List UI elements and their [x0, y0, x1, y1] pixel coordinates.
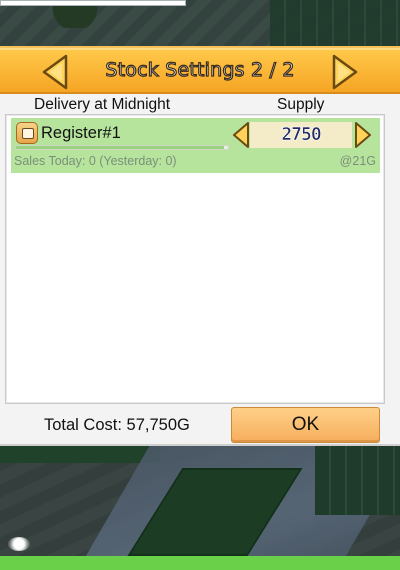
sales-text: Sales Today: 0 (Yesterday: 0)	[14, 154, 177, 168]
stock-level-fill	[16, 146, 224, 149]
top-banner-edge	[0, 0, 186, 6]
item-name: Register#1	[41, 124, 121, 142]
ok-button[interactable]: OK	[231, 407, 380, 443]
dialog-title-bar: Stock Settings 2 / 2	[0, 48, 400, 94]
lamp-light	[8, 537, 30, 551]
fence-bottom	[315, 445, 400, 515]
next-page-arrow-icon[interactable]	[330, 54, 360, 90]
increase-supply-arrow-icon[interactable]	[353, 121, 373, 149]
delivery-column-header: Delivery at Midnight	[34, 96, 171, 113]
hedge-left	[0, 445, 160, 463]
unit-price: @21G	[339, 154, 376, 168]
supply-value-box: 2750	[250, 122, 352, 148]
decrease-supply-arrow-icon[interactable]	[231, 121, 251, 149]
grass-strip	[0, 556, 400, 570]
list-item[interactable]: Register#1 Sales Today: 0 (Yesterday: 0)…	[11, 118, 380, 173]
stock-settings-dialog: Stock Settings 2 / 2 Delivery at Midnigh…	[0, 46, 400, 446]
cash-register-icon	[16, 122, 38, 144]
stock-item-list: Register#1 Sales Today: 0 (Yesterday: 0)…	[5, 114, 385, 404]
supply-column-header: Supply	[277, 96, 325, 113]
total-cost-label: Total Cost: 57,750G	[44, 416, 190, 434]
fence-top	[270, 0, 400, 46]
supply-value: 2750	[281, 124, 322, 146]
stock-level-bar	[15, 145, 229, 150]
